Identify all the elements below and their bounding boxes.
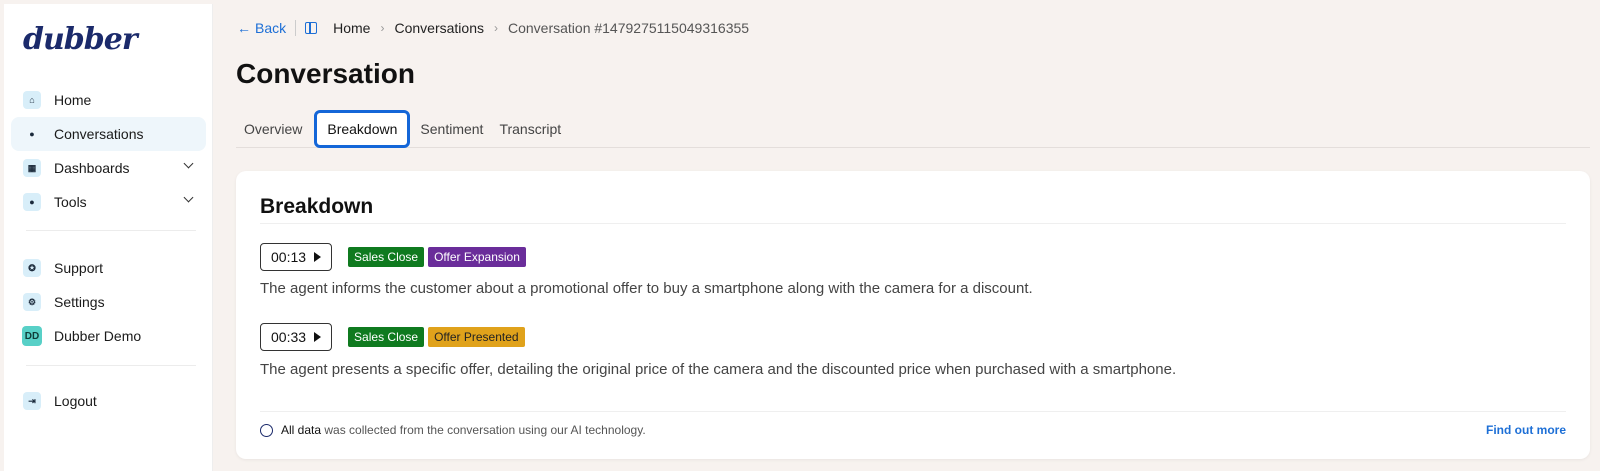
timestamp: 00:33 — [271, 329, 307, 345]
sidebar-item-label: Dubber Demo — [54, 328, 142, 344]
tool-icon: ● — [23, 193, 41, 211]
tag-badge: Sales Close — [348, 327, 425, 347]
tag-list: Sales Close Offer Presented — [348, 327, 525, 347]
avatar: DD — [22, 326, 42, 346]
play-icon — [314, 332, 322, 342]
find-out-more-link[interactable]: Find out more — [1486, 423, 1566, 437]
play-timestamp-button[interactable]: 00:13 — [260, 243, 333, 271]
breakdown-entry-header: 00:13 Sales Close Offer Expansion — [260, 243, 526, 271]
sidebar-divider — [26, 365, 196, 366]
tag-badge: Sales Close — [348, 247, 425, 267]
tab-sentiment[interactable]: Sentiment — [412, 110, 491, 148]
sidebar-item-label: Tools — [54, 194, 87, 210]
tag-badge: Offer Expansion — [428, 247, 526, 267]
tag-list: Sales Close Offer Expansion — [348, 247, 526, 267]
timestamp: 00:13 — [271, 249, 307, 265]
arrow-left-icon: ← — [237, 20, 251, 36]
sidebar-item-settings[interactable]: ⚙ Settings — [11, 285, 206, 319]
sidebar-item-dashboards[interactable]: ▦ Dashboards — [11, 151, 206, 185]
breadcrumb-current: Conversation #1479275115049316355 — [507, 20, 750, 36]
tab-transcript[interactable]: Transcript — [491, 110, 569, 148]
support-icon: ✪ — [23, 259, 41, 277]
chevron-right-icon: › — [493, 21, 498, 35]
sidebar-item-label: Settings — [54, 294, 105, 310]
sidebar-item-label: Home — [54, 92, 92, 108]
tab-overview[interactable]: Overview — [236, 110, 310, 148]
separator — [295, 20, 297, 36]
chevron-down-icon[interactable] — [183, 158, 194, 169]
sidebar-toggle-icon[interactable] — [305, 22, 318, 34]
home-icon: ⌂ — [23, 91, 41, 109]
breadcrumb-conversations[interactable]: Conversations — [394, 20, 484, 36]
tab-bar: Overview Breakdown Sentiment Transcript — [236, 109, 1590, 148]
back-button[interactable]: ← Back — [237, 20, 286, 36]
sidebar-item-profile[interactable]: DD Dubber Demo — [11, 319, 206, 353]
dubber-logo[interactable]: dubber — [23, 22, 138, 57]
back-label: Back — [255, 20, 287, 36]
gear-icon: ⚙ — [23, 293, 41, 311]
chevron-down-icon[interactable] — [183, 192, 194, 203]
tag-badge: Offer Presented — [428, 327, 525, 347]
card-title: Breakdown — [260, 195, 374, 218]
sidebar-item-conversations[interactable]: ● Conversations — [11, 117, 206, 151]
chevron-right-icon: › — [380, 21, 385, 35]
page-title: Conversation — [236, 58, 415, 89]
ai-disclaimer: All data was collected from the conversa… — [260, 420, 1566, 440]
breakdown-entry-text: The agent informs the customer about a p… — [260, 280, 1033, 297]
sidebar-item-home[interactable]: ⌂ Home — [11, 83, 206, 117]
breakdown-entry-text: The agent presents a specific offer, det… — [260, 361, 1177, 378]
breadcrumb-home[interactable]: Home — [333, 20, 370, 36]
divider — [260, 223, 1566, 224]
sidebar-item-support[interactable]: ✪ Support — [11, 251, 206, 285]
ai-info-icon — [260, 423, 273, 437]
sidebar: dubber ⌂ Home ● Conversations ▦ Dashboar… — [4, 4, 213, 471]
disclaimer-lead: All data — [281, 423, 322, 437]
grid-icon: ▦ — [23, 159, 41, 177]
disclaimer-text: was collected from the conversation usin… — [321, 423, 646, 437]
sidebar-item-label: Logout — [54, 393, 97, 409]
chat-bubble-icon: ● — [29, 129, 35, 139]
sidebar-item-label: Support — [54, 260, 104, 276]
sidebar-item-label: Dashboards — [54, 160, 130, 176]
play-timestamp-button[interactable]: 00:33 — [260, 323, 333, 351]
breakdown-card: Breakdown 00:13 Sales Close Offer Expans… — [236, 171, 1590, 459]
tab-breakdown[interactable]: Breakdown — [314, 109, 411, 148]
breadcrumb-bar: ← Back Home › Conversations › Conversati… — [237, 18, 749, 38]
play-icon — [314, 252, 322, 262]
sidebar-item-logout[interactable]: ⇥ Logout — [11, 384, 206, 418]
divider — [260, 411, 1566, 412]
sidebar-item-tools[interactable]: ● Tools — [11, 185, 206, 219]
sidebar-item-label: Conversations — [54, 126, 144, 142]
breakdown-entry-header: 00:33 Sales Close Offer Presented — [260, 323, 525, 351]
sidebar-divider — [26, 230, 196, 231]
logout-icon: ⇥ — [23, 392, 41, 410]
